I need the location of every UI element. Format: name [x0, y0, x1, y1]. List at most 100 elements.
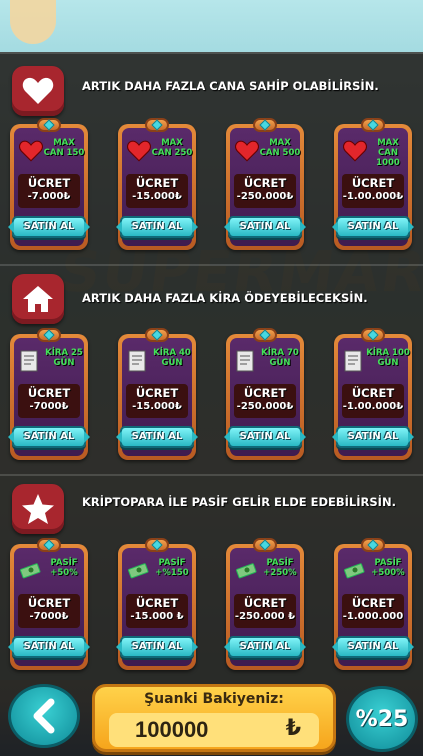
balance-box: 100000 ₺	[109, 713, 319, 747]
shop-card: KİRA 40 GÜN ÜCRET -15.000₺ SATIN AL	[116, 328, 198, 460]
price-value: -15.000₺	[132, 191, 182, 202]
gem-icon	[37, 538, 61, 552]
price-value: -7000₺	[29, 611, 69, 622]
balance-label: Şuanki Bakiyeniz:	[144, 691, 284, 707]
shop-card: KİRA 25 GÜN ÜCRET -7000₺ SATIN AL	[8, 328, 90, 460]
shop-card: KİRA 70 GÜN ÜCRET -250.000₺ SATIN AL	[224, 328, 306, 460]
shop-card: PASİF +500% ÜCRET -1.000.000 SATIN AL	[332, 538, 414, 670]
shop-card: PASİF +%150 ÜCRET -15.000 ₺ SATIN AL	[116, 538, 198, 670]
gem-icon	[145, 538, 169, 552]
item-label: PASİF +250%	[263, 558, 297, 578]
top-backdrop	[0, 0, 423, 52]
money-icon	[343, 560, 367, 582]
back-button[interactable]	[8, 684, 80, 748]
lamp-decoration	[10, 0, 56, 44]
price-box: ÜCRET -7000₺	[18, 384, 80, 418]
buy-button[interactable]: SATIN AL	[116, 426, 198, 448]
heart-icon	[19, 140, 43, 162]
currency-icon: ₺	[285, 716, 301, 741]
price-label: ÜCRET	[351, 176, 395, 190]
item-label: MAX CAN 1000	[376, 138, 400, 168]
shop-card: MAX CAN 1000 ÜCRET -1.00.000₺ SATIN AL	[332, 118, 414, 250]
section-title: KRİPTOPARA İLE PASİF GELİR ELDE EDEBİLİR…	[82, 495, 396, 509]
buy-button[interactable]: SATIN AL	[116, 216, 198, 238]
price-label: ÜCRET	[351, 386, 395, 400]
shop-card: MAX CAN 250 ÜCRET -15.000₺ SATIN AL	[116, 118, 198, 250]
heart-icon	[12, 66, 64, 116]
price-label: ÜCRET	[135, 386, 179, 400]
buy-button[interactable]: SATIN AL	[332, 636, 414, 658]
heart-icon	[127, 140, 151, 162]
item-label: MAX CAN 250	[151, 138, 193, 158]
document-icon	[343, 350, 367, 372]
price-value: -15.000 ₺	[130, 611, 184, 622]
gem-icon	[145, 328, 169, 342]
buy-button[interactable]: SATIN AL	[8, 426, 90, 448]
buy-button[interactable]: SATIN AL	[224, 216, 306, 238]
price-value: -250.000₺	[236, 191, 294, 202]
money-icon	[127, 560, 151, 582]
gem-icon	[253, 328, 277, 342]
balance-panel: Şuanki Bakiyeniz: 100000 ₺	[92, 684, 336, 752]
percent-button[interactable]: %25	[346, 686, 418, 752]
price-label: ÜCRET	[351, 596, 395, 610]
price-box: ÜCRET -250.000 ₺	[234, 594, 296, 628]
heart-icon	[235, 140, 259, 162]
section-title: ARTIK DAHA FAZLA CANA SAHİP OLABİLİRSİN.	[82, 79, 379, 93]
gem-icon	[37, 328, 61, 342]
buy-button[interactable]: SATIN AL	[8, 636, 90, 658]
item-label: MAX CAN 500	[259, 138, 301, 158]
item-label: PASİF +%150	[155, 558, 189, 578]
price-value: -1.00.000₺	[342, 401, 404, 412]
document-icon	[19, 350, 43, 372]
shop-card: MAX CAN 500 ÜCRET -250.000₺ SATIN AL	[224, 118, 306, 250]
price-value: -7000₺	[29, 401, 69, 412]
price-value: -1.000.000	[342, 611, 404, 622]
price-value: -15.000₺	[132, 401, 182, 412]
buy-button[interactable]: SATIN AL	[332, 216, 414, 238]
gem-icon	[37, 118, 61, 132]
price-box: ÜCRET -15.000₺	[126, 174, 188, 208]
price-value: -250.000 ₺	[234, 611, 296, 622]
price-box: ÜCRET -15.000 ₺	[126, 594, 188, 628]
section-rent: ARTIK DAHA FAZLA KİRA ÖDEYEBİLECEKSİN. K…	[0, 264, 423, 474]
gem-icon	[253, 118, 277, 132]
buy-button[interactable]: SATIN AL	[8, 216, 90, 238]
shop-card: KİRA 100 GÜN ÜCRET -1.00.000₺ SATIN AL	[332, 328, 414, 460]
price-label: ÜCRET	[27, 176, 71, 190]
money-icon	[235, 560, 259, 582]
section-title: ARTIK DAHA FAZLA KİRA ÖDEYEBİLECEKSİN.	[82, 291, 368, 305]
gem-icon	[361, 118, 385, 132]
price-box: ÜCRET -7000₺	[18, 594, 80, 628]
buy-button[interactable]: SATIN AL	[332, 426, 414, 448]
price-box: ÜCRET -7.000₺	[18, 174, 80, 208]
price-label: ÜCRET	[243, 386, 287, 400]
shop-card: PASİF +250% ÜCRET -250.000 ₺ SATIN AL	[224, 538, 306, 670]
price-box: ÜCRET -1.000.000	[342, 594, 404, 628]
price-value: -7.000₺	[27, 191, 71, 202]
gem-icon	[361, 328, 385, 342]
item-label: KİRA 40 GÜN	[153, 348, 191, 368]
buy-button[interactable]: SATIN AL	[224, 426, 306, 448]
star-icon	[12, 484, 64, 534]
price-label: ÜCRET	[243, 176, 287, 190]
price-label: ÜCRET	[27, 596, 71, 610]
buy-button[interactable]: SATIN AL	[116, 636, 198, 658]
price-label: ÜCRET	[135, 176, 179, 190]
document-icon	[235, 350, 259, 372]
price-value: -250.000₺	[236, 401, 294, 412]
item-label: KİRA 100 GÜN	[366, 348, 410, 368]
heart-icon	[343, 140, 367, 162]
chevron-left-icon	[33, 698, 55, 734]
gem-icon	[145, 118, 169, 132]
gem-icon	[361, 538, 385, 552]
price-label: ÜCRET	[135, 596, 179, 610]
buy-button[interactable]: SATIN AL	[224, 636, 306, 658]
item-label: PASİF +500%	[371, 558, 405, 578]
item-label: MAX CAN 150	[43, 138, 85, 158]
price-box: ÜCRET -1.00.000₺	[342, 384, 404, 418]
document-icon	[127, 350, 151, 372]
section-health: ARTIK DAHA FAZLA CANA SAHİP OLABİLİRSİN.…	[0, 52, 423, 264]
price-box: ÜCRET -15.000₺	[126, 384, 188, 418]
gem-icon	[253, 538, 277, 552]
